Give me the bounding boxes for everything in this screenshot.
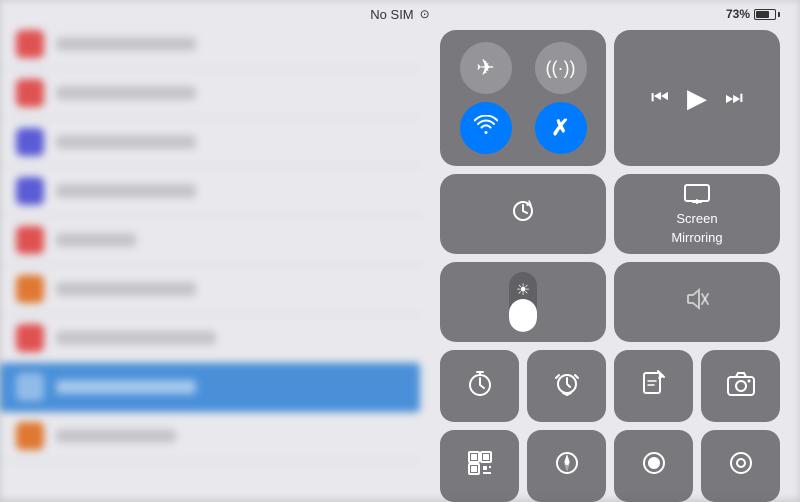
mute-button[interactable] bbox=[614, 262, 780, 342]
airplane-icon: ✈ bbox=[476, 55, 494, 81]
list-text bbox=[56, 135, 196, 149]
media-player-block: ⏮ ▶ ⏭ bbox=[614, 30, 780, 166]
middle-right-column: Screen Mirroring bbox=[614, 174, 780, 254]
wifi-icon: ⊙ bbox=[420, 7, 430, 21]
list-icon bbox=[16, 177, 44, 205]
control-center: ✈ ((·)) ✗ ⏮ ▶ ⏭ bbox=[440, 30, 780, 490]
list-item bbox=[0, 265, 420, 314]
list-item bbox=[0, 118, 420, 167]
connectivity-block: ✈ ((·)) ✗ bbox=[440, 30, 606, 166]
alarm-button[interactable] bbox=[527, 350, 606, 422]
wifi-button[interactable] bbox=[460, 102, 512, 154]
media-next-button[interactable]: ⏭ bbox=[725, 87, 743, 110]
brightness-icon: ☀ bbox=[516, 280, 530, 300]
screen-mirroring-label-line1: Screen bbox=[676, 211, 717, 226]
camera-icon bbox=[726, 369, 756, 404]
media-prev-button[interactable]: ⏮ bbox=[651, 87, 669, 110]
list-item bbox=[0, 314, 420, 363]
battery-area: 73% bbox=[726, 7, 780, 21]
list-text bbox=[56, 282, 196, 296]
brightness-fill bbox=[509, 299, 537, 332]
cellular-icon: ((·)) bbox=[546, 58, 576, 79]
timer-icon bbox=[465, 368, 495, 405]
list-text bbox=[56, 429, 176, 443]
record-icon bbox=[640, 449, 668, 484]
qr-icon bbox=[466, 449, 494, 484]
list-icon bbox=[16, 275, 44, 303]
timer-button[interactable] bbox=[440, 350, 519, 422]
list-icon bbox=[16, 30, 44, 58]
list-text bbox=[56, 37, 196, 51]
screen-record-button[interactable] bbox=[614, 430, 693, 502]
camera-button[interactable] bbox=[701, 350, 780, 422]
list-icon bbox=[16, 226, 44, 254]
battery-icon bbox=[754, 9, 780, 20]
list-item bbox=[0, 69, 420, 118]
brightness-slider[interactable]: ☀ bbox=[440, 262, 606, 342]
list-icon bbox=[16, 128, 44, 156]
notepad-button[interactable] bbox=[614, 350, 693, 422]
list-icon bbox=[16, 422, 44, 450]
alarm-icon bbox=[552, 368, 582, 405]
extra-icon bbox=[727, 449, 755, 484]
bluetooth-icon: ✗ bbox=[551, 115, 569, 141]
compass-icon bbox=[553, 449, 581, 484]
list-icon bbox=[16, 324, 44, 352]
brightness-track: ☀ bbox=[509, 272, 537, 332]
carrier-label: No SIM bbox=[370, 7, 413, 22]
list-text bbox=[56, 331, 216, 345]
list-icon bbox=[16, 79, 44, 107]
screen-mirroring-button[interactable]: Screen Mirroring bbox=[614, 174, 780, 254]
media-play-button[interactable]: ▶ bbox=[687, 83, 707, 114]
settings-list bbox=[0, 0, 420, 500]
bluetooth-button[interactable]: ✗ bbox=[535, 102, 587, 154]
mute-icon bbox=[683, 285, 711, 320]
extra-button[interactable] bbox=[701, 430, 780, 502]
screen-mirroring-label-line2: Mirroring bbox=[671, 230, 722, 245]
quick-actions-row-2 bbox=[440, 430, 780, 502]
battery-percent: 73% bbox=[726, 7, 750, 21]
status-bar: No SIM ⊙ 73% bbox=[0, 0, 800, 28]
list-item bbox=[0, 216, 420, 265]
notepad-icon bbox=[640, 369, 668, 404]
cellular-button[interactable]: ((·)) bbox=[535, 42, 587, 94]
orientation-lock-icon bbox=[509, 197, 537, 232]
orientation-lock-button[interactable] bbox=[440, 174, 606, 254]
qr-scanner-button[interactable] bbox=[440, 430, 519, 502]
wifi-icon bbox=[474, 115, 498, 141]
quick-actions-row-1 bbox=[440, 350, 780, 422]
screen-mirroring-icon bbox=[684, 184, 710, 207]
list-text bbox=[56, 184, 196, 198]
list-text bbox=[56, 380, 196, 394]
list-item bbox=[0, 412, 420, 461]
airplane-mode-button[interactable]: ✈ bbox=[460, 42, 512, 94]
compass-button[interactable] bbox=[527, 430, 606, 502]
list-text bbox=[56, 233, 136, 247]
list-item bbox=[0, 167, 420, 216]
list-item-selected bbox=[0, 363, 420, 412]
list-text bbox=[56, 86, 196, 100]
list-icon bbox=[16, 373, 44, 401]
